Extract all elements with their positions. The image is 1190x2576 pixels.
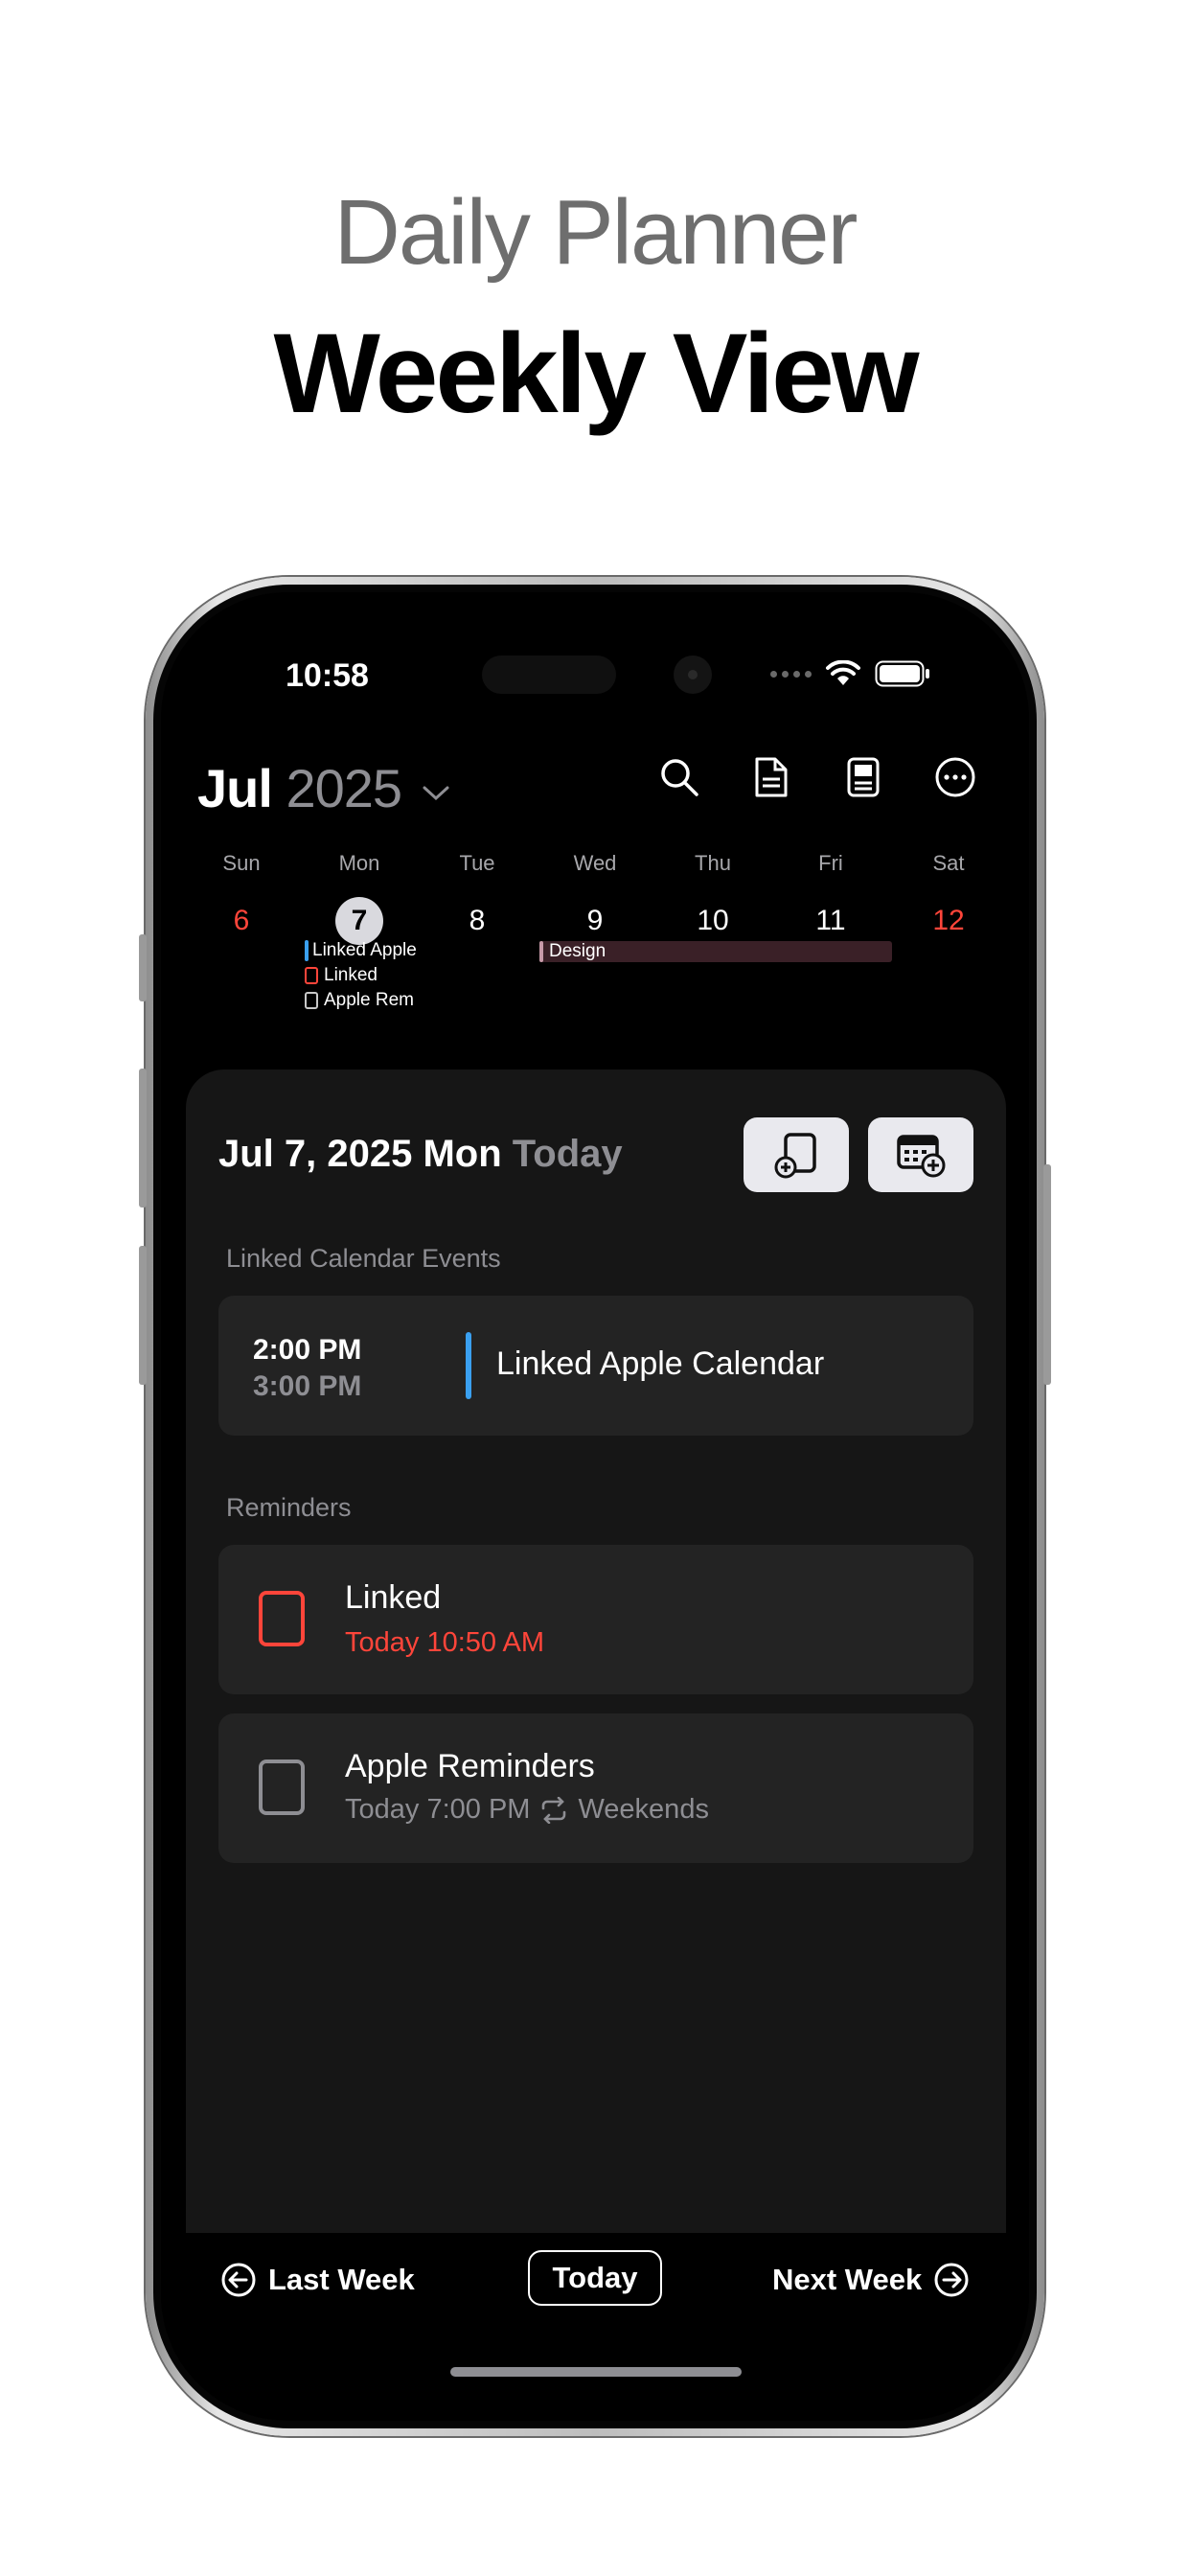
day-fri[interactable]: Fri 11: [783, 851, 879, 945]
note-icon: [755, 757, 788, 797]
today-button[interactable]: Today: [528, 2250, 662, 2306]
event-title: Linked Apple Calendar: [496, 1346, 825, 1382]
add-note-icon: [774, 1133, 816, 1179]
promo-subtitle: Daily Planner: [333, 181, 858, 284]
add-note-button[interactable]: [744, 1117, 849, 1192]
more-icon: [935, 757, 975, 797]
signal-icon: [770, 670, 812, 678]
mini-reminder-linked[interactable]: Linked: [305, 965, 418, 986]
last-week-button[interactable]: Last Week: [220, 2262, 415, 2298]
notes-button[interactable]: [749, 755, 793, 799]
day-number: 10: [697, 905, 729, 936]
reminder-title: Linked: [345, 1579, 442, 1616]
status-icons: [770, 659, 930, 688]
day-sat[interactable]: Sat 12: [901, 851, 996, 945]
chevron-down-icon: [423, 786, 449, 801]
search-button[interactable]: [657, 755, 701, 799]
day-number: 8: [469, 905, 486, 936]
reminder-due-time: Today 7:00 PM: [345, 1794, 531, 1825]
camera-icon: [674, 656, 712, 694]
volume-up-button: [139, 1069, 147, 1208]
last-week-label: Last Week: [268, 2263, 415, 2296]
volume-down-button: [139, 1246, 147, 1385]
event-times: 2:00 PM 3:00 PM: [253, 1332, 361, 1405]
event-color-bar: [466, 1332, 471, 1399]
month-year-picker[interactable]: Jul 2025: [197, 757, 450, 819]
add-calendar-event-icon: [897, 1135, 946, 1178]
today-label: Today: [512, 1133, 623, 1175]
day-number: 9: [586, 905, 604, 936]
week-strip: Sun 6 Mon 7 Tue 8 Wed 9 Thu 10 Fri 11 Sa…: [161, 851, 1029, 945]
day-detail-panel: Jul 7, 2025 Mon Today Linked Calendar Ev…: [186, 1070, 1006, 2421]
status-time: 10:58: [286, 657, 369, 694]
dynamic-island: [482, 656, 731, 694]
day-name: Sat: [932, 851, 965, 875]
month-label: Jul: [197, 758, 273, 818]
arrow-left-circle-icon: [221, 2263, 256, 2297]
reminder-checkbox[interactable]: [259, 1760, 305, 1815]
day-number: 12: [932, 905, 965, 936]
mini-event-linked-apple[interactable]: Linked Apple: [305, 940, 418, 961]
mini-event-label: Design: [549, 941, 606, 961]
arrow-right-circle-icon: [934, 2263, 969, 2297]
phone-screen: 10:58 Jul 2025 Sun 6 Mon 7 Tue 8 Wed 9 T…: [161, 592, 1029, 2421]
mini-reminder-label: Linked: [324, 965, 378, 985]
promo-title: Weekly View: [273, 310, 919, 437]
year-label: 2025: [286, 758, 402, 818]
day-number-selected: 7: [335, 897, 383, 945]
mini-event-design[interactable]: Design: [539, 941, 892, 962]
day-name: Wed: [573, 851, 617, 875]
mini-reminder-apple[interactable]: Apple Rem: [305, 990, 418, 1011]
next-week-label: Next Week: [772, 2263, 923, 2296]
reminder-title: Apple Reminders: [345, 1748, 595, 1784]
reminder-checkbox[interactable]: [259, 1591, 305, 1646]
next-week-button[interactable]: Next Week: [772, 2262, 970, 2298]
day-thu[interactable]: Thu 10: [665, 851, 761, 945]
day-name: Mon: [338, 851, 380, 875]
reminder-card[interactable]: Apple Reminders Today 7:00 PM Weekends: [218, 1714, 973, 1863]
reminder-card[interactable]: Linked Today 10:50 AM: [218, 1545, 973, 1694]
power-button: [1043, 1164, 1051, 1385]
bottom-navigation: Last Week Today Next Week: [161, 2233, 1029, 2421]
add-event-button[interactable]: [868, 1117, 973, 1192]
home-indicator[interactable]: [450, 2367, 742, 2377]
day-mon[interactable]: Mon 7: [311, 851, 407, 945]
mini-event-label: Linked Apple: [312, 940, 417, 960]
mute-switch: [139, 934, 147, 1001]
mini-reminder-label: Apple Rem: [324, 990, 414, 1010]
day-name: Thu: [695, 851, 731, 875]
day-number: 6: [233, 905, 250, 936]
selected-date-title: Jul 7, 2025 Mon Today: [218, 1133, 623, 1176]
day-wed[interactable]: Wed 9: [547, 851, 643, 945]
page-view-button[interactable]: [841, 755, 885, 799]
event-start-time: 2:00 PM: [253, 1334, 362, 1366]
reminder-repeat: Weekends: [578, 1794, 709, 1825]
more-button[interactable]: [933, 755, 977, 799]
reminders-section-header: Reminders: [226, 1493, 352, 1522]
day-sun[interactable]: Sun 6: [194, 851, 289, 945]
day-name: Sun: [222, 851, 261, 875]
battery-icon: [875, 660, 929, 687]
day-tue[interactable]: Tue 8: [429, 851, 525, 945]
calendar-page-icon: [847, 757, 880, 797]
events-section-header: Linked Calendar Events: [226, 1244, 501, 1273]
day-number: 11: [815, 905, 846, 936]
wifi-icon: [826, 660, 860, 685]
reminder-due: Today 7:00 PM Weekends: [345, 1794, 709, 1826]
repeat-icon: [542, 1796, 566, 1824]
day-name: Tue: [459, 851, 495, 875]
search-icon: [661, 759, 698, 796]
event-card[interactable]: 2:00 PM 3:00 PM Linked Apple Calendar: [218, 1296, 973, 1436]
reminder-due: Today 10:50 AM: [345, 1627, 544, 1658]
day-name: Fri: [818, 851, 843, 875]
event-end-time: 3:00 PM: [253, 1370, 362, 1402]
selected-date: Jul 7, 2025 Mon: [218, 1133, 502, 1175]
